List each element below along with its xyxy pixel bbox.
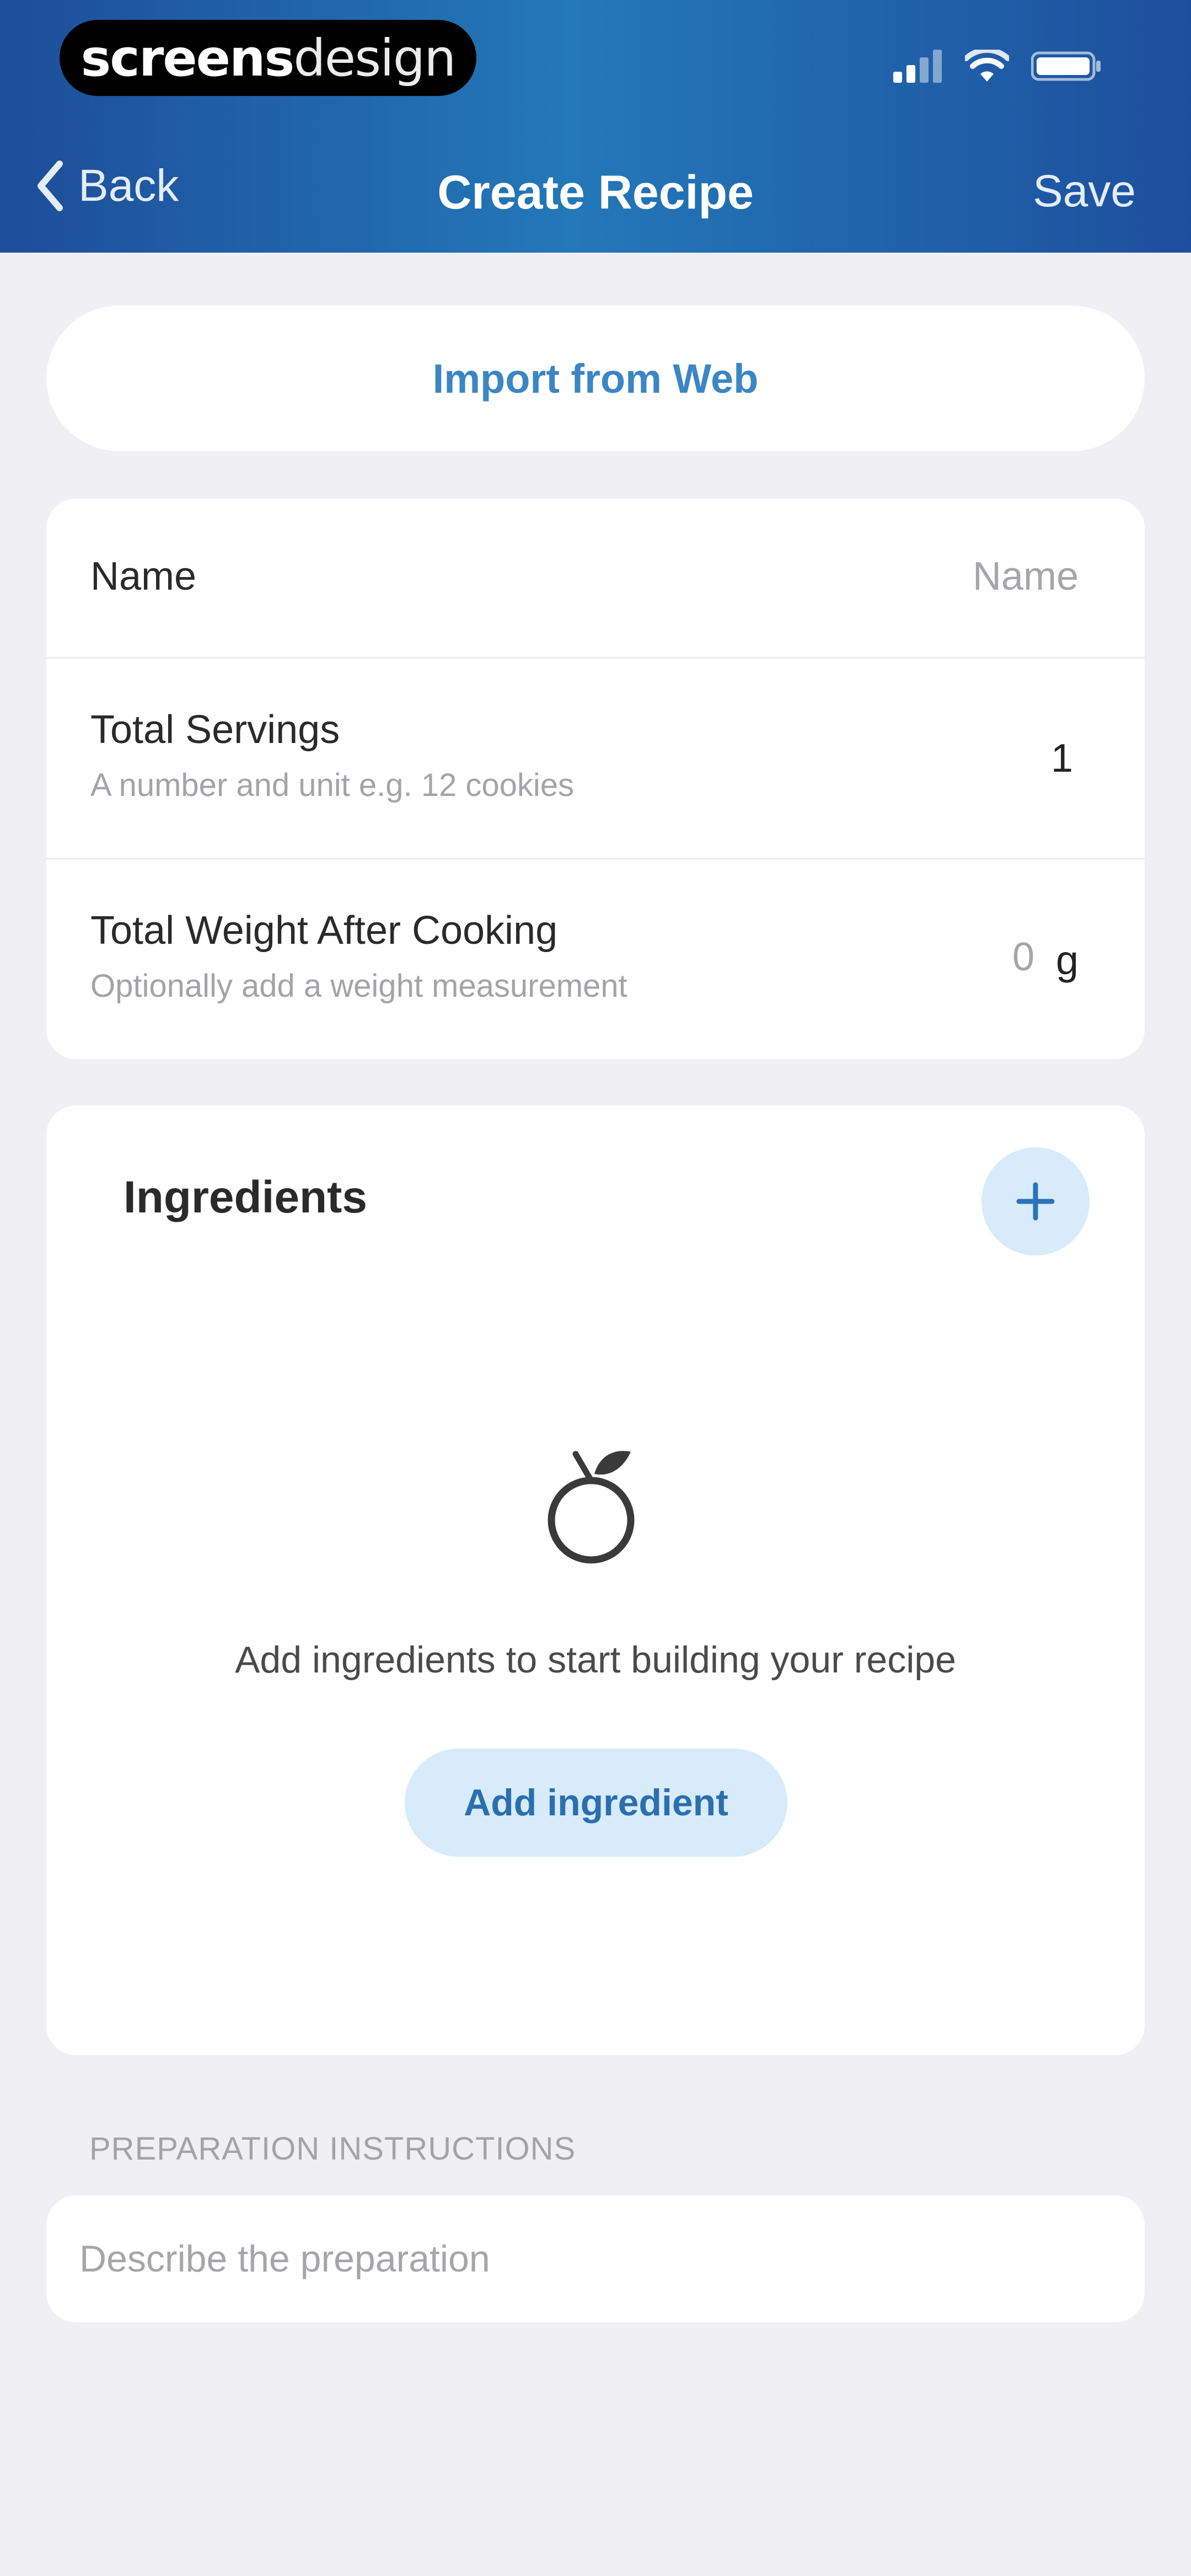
weight-label: Total Weight After Cooking	[90, 908, 558, 953]
servings-row[interactable]: Total Servings A number and unit e.g. 12…	[46, 659, 1145, 859]
empty-state-message: Add ingredients to start building your r…	[235, 1639, 956, 1681]
weight-field[interactable]: 0	[1012, 934, 1034, 980]
apple-icon	[548, 1451, 635, 1564]
recipe-details-card: Name Name Total Servings A number and un…	[46, 499, 1145, 1059]
add-ingredient-label: Add ingredient	[464, 1782, 728, 1824]
name-label: Name	[90, 554, 197, 598]
servings-field[interactable]: 1	[1051, 736, 1073, 781]
import-from-web-button[interactable]: Import from Web	[46, 306, 1145, 451]
ingredients-title: Ingredients	[124, 1172, 367, 1222]
add-ingredient-icon-button[interactable]	[981, 1147, 1090, 1255]
preparation-input[interactable]	[46, 2195, 1145, 2322]
import-from-web-label: Import from Web	[432, 355, 759, 402]
navigation-header: screensdesign Back Create Recipe Save	[0, 0, 1191, 253]
ingredients-card: Ingredients Add ingredients to start bui…	[46, 1105, 1145, 2055]
add-ingredient-button[interactable]: Add ingredient	[405, 1749, 787, 1857]
weight-row[interactable]: Total Weight After Cooking Optionally ad…	[46, 859, 1145, 1059]
back-button[interactable]: Back	[36, 160, 179, 212]
brand-watermark: screensdesign	[60, 20, 476, 96]
plus-icon	[1016, 1182, 1055, 1221]
battery-icon	[1031, 51, 1101, 81]
wifi-icon	[965, 50, 1009, 82]
servings-label: Total Servings	[90, 708, 340, 752]
brand-logo-text: screensdesign	[81, 28, 457, 88]
cellular-signal-icon	[893, 50, 942, 83]
name-row[interactable]: Name Name	[46, 499, 1145, 659]
status-icons	[893, 50, 1103, 83]
preparation-heading: PREPARATION INSTRUCTIONS	[89, 2131, 576, 2167]
back-label: Back	[78, 161, 179, 211]
weight-hint: Optionally add a weight measurement	[90, 968, 627, 1004]
chevron-left-icon	[37, 161, 63, 211]
weight-unit: g	[1055, 937, 1079, 983]
name-field[interactable]: Name	[973, 554, 1079, 599]
servings-hint: A number and unit e.g. 12 cookies	[90, 767, 575, 803]
save-button[interactable]: Save	[1033, 165, 1136, 217]
